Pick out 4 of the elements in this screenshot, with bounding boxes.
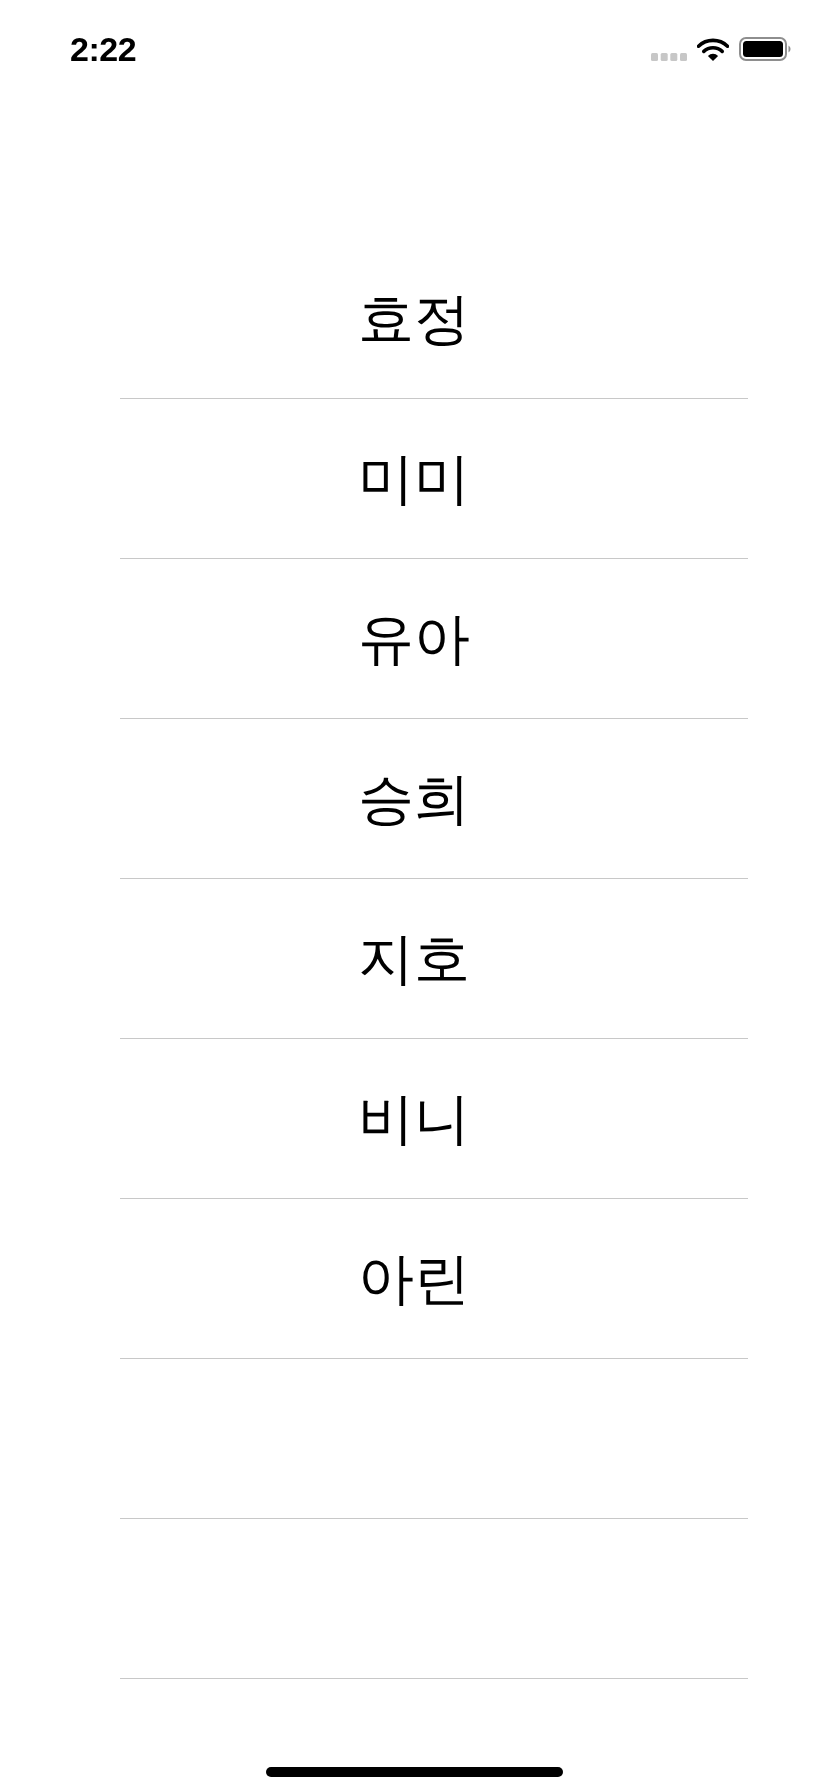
battery-icon <box>739 37 792 61</box>
status-time: 2:22 <box>70 32 137 66</box>
wifi-icon <box>697 37 729 61</box>
signal-icon <box>651 53 687 61</box>
